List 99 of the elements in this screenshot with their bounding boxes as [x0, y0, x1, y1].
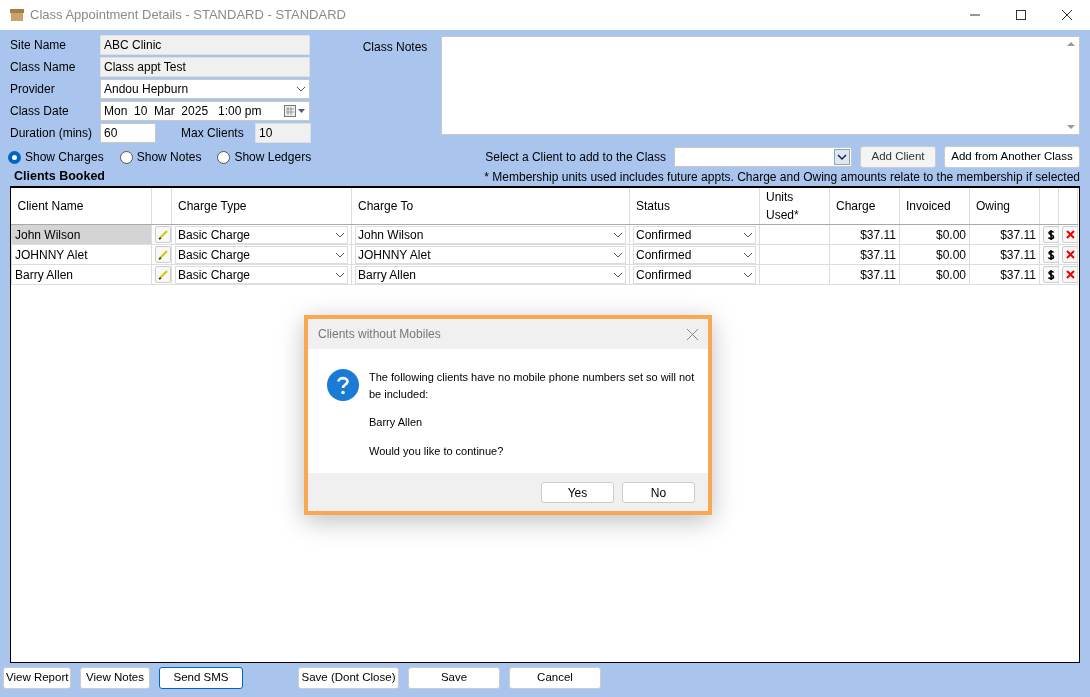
dollar-icon — [1047, 268, 1055, 281]
chevron-icon — [296, 85, 306, 92]
chevron-icon — [613, 271, 623, 278]
column-header[interactable]: Charge Type — [171, 188, 352, 225]
table-note: * Membership units used includes future appts. Charge and Owing amounts relate to the membership if selected — [484, 169, 1080, 186]
charge-type-dropdown[interactable]: Basic Charge — [175, 265, 348, 284]
field-label: Duration (mins) — [10, 124, 94, 142]
table-cell[interactable]: John Wilson — [11, 224, 152, 245]
delete-icon — [1065, 270, 1075, 279]
radio-label: Show Notes — [136, 149, 202, 166]
chevron-icon — [613, 231, 623, 238]
payment-button[interactable] — [1043, 226, 1059, 243]
dialog-title: Clients without Mobiles — [318, 326, 441, 343]
charge-to-dropdown[interactable]: JOHNNY Alet — [355, 245, 626, 264]
column-header[interactable]: Units Used* — [759, 188, 830, 225]
client-dropdown[interactable] — [674, 147, 852, 167]
table-cell: $37.11 — [829, 264, 900, 285]
date-field[interactable]: Mon 10 Mar 2025 1:00 pm — [100, 100, 310, 121]
table-cell[interactable]: Barry Allen — [11, 264, 152, 285]
chevron-icon — [743, 251, 753, 258]
text-field[interactable]: 60 — [100, 122, 156, 143]
text-field[interactable]: ABC Clinic — [100, 34, 310, 55]
radio-button[interactable] — [8, 150, 21, 164]
chevron-icon — [335, 251, 345, 258]
table-cell[interactable]: JOHNNY Alet — [11, 244, 152, 265]
delete-button[interactable] — [1062, 246, 1078, 263]
footer-button[interactable]: Save — [408, 667, 500, 689]
radio-label: Show Charges — [25, 149, 104, 166]
table-cell: $0.00 — [899, 244, 970, 265]
window-title: Class Appointment Details - STANDARD - STANDARD — [30, 6, 346, 25]
picker-button[interactable]: Add from Another Class — [944, 146, 1080, 168]
table-cell: $37.11 — [829, 244, 900, 265]
picker-label: Select a Client to add to the Class — [485, 149, 666, 166]
field-label: Max Clients — [181, 124, 245, 142]
chevron-icon — [743, 231, 753, 238]
column-header[interactable]: Status — [629, 188, 760, 225]
payment-button[interactable] — [1043, 246, 1059, 263]
dollar-icon — [1047, 228, 1055, 241]
delete-button[interactable] — [1062, 226, 1078, 243]
charge-to-dropdown[interactable]: John Wilson — [355, 225, 626, 244]
table-cell: $0.00 — [899, 224, 970, 245]
pencil-icon — [158, 229, 168, 240]
footer-button[interactable]: View Report — [3, 667, 71, 689]
radio-label: Show Ledgers — [234, 149, 312, 166]
chevron-icon — [743, 271, 753, 278]
dialog-message: The following clients have no mobile phone numbers set so will not be included: — [369, 370, 696, 402]
table-title: Clients Booked — [14, 168, 105, 186]
column-header[interactable]: Owing — [969, 188, 1040, 225]
footer-button[interactable]: Save (Dont Close) — [298, 667, 399, 689]
maximize-icon — [1016, 10, 1026, 20]
chevron-icon — [335, 271, 345, 278]
dropdown-field[interactable]: Andou Hepburn — [100, 78, 310, 99]
table-cell: $0.00 — [899, 264, 970, 285]
chevron-icon — [335, 231, 345, 238]
column-header[interactable]: Charge — [829, 188, 900, 225]
notes-field[interactable] — [440, 36, 1080, 135]
question-icon — [327, 369, 359, 401]
dialog-button[interactable]: No — [622, 481, 695, 503]
dialog-question: Would you like to continue? — [369, 443, 505, 459]
client-name: Barry Allen — [369, 415, 424, 430]
text-field[interactable]: 10 — [255, 122, 311, 143]
footer-button[interactable]: Send SMS — [159, 667, 243, 689]
radio-button[interactable] — [119, 150, 133, 164]
close-icon — [687, 329, 698, 341]
column-header[interactable]: Charge To — [351, 188, 630, 225]
payment-button[interactable] — [1043, 266, 1059, 283]
table-cell: $37.11 — [969, 244, 1040, 265]
table-cell: $37.11 — [829, 224, 900, 245]
calendar-icon — [284, 104, 306, 117]
column-header[interactable]: Client Name — [11, 188, 152, 225]
status-dropdown[interactable]: Confirmed — [633, 265, 756, 284]
close-icon — [1062, 10, 1072, 20]
field-label: Class Notes — [362, 39, 429, 56]
delete-button[interactable] — [1062, 266, 1078, 283]
dollar-icon — [1047, 248, 1055, 261]
status-dropdown[interactable]: Confirmed — [633, 245, 756, 264]
status-dropdown[interactable]: Confirmed — [633, 225, 756, 244]
footer-button[interactable]: Cancel — [509, 667, 601, 689]
field-label: Class Date — [10, 102, 70, 120]
table-cell: $37.11 — [969, 224, 1040, 245]
charge-to-dropdown[interactable]: Barry Allen — [355, 265, 626, 284]
radio-button[interactable] — [217, 150, 231, 164]
charge-type-dropdown[interactable]: Basic Charge — [175, 245, 348, 264]
chevron-icon — [613, 251, 623, 258]
dialog-button[interactable]: Yes — [541, 481, 614, 503]
charge-type-dropdown[interactable]: Basic Charge — [175, 225, 348, 244]
pencil-icon — [158, 269, 168, 280]
table-cell: $37.11 — [969, 264, 1040, 285]
text-field[interactable]: Class appt Test — [100, 56, 310, 77]
footer-button[interactable]: View Notes — [80, 667, 150, 689]
field-label: Class Name — [10, 58, 77, 76]
delete-icon — [1065, 250, 1075, 259]
column-header[interactable]: Invoiced — [899, 188, 970, 225]
picker-button[interactable]: Add Client — [860, 146, 936, 168]
delete-icon — [1065, 230, 1075, 239]
field-label: Site Name — [10, 36, 68, 54]
box-icon — [10, 8, 24, 22]
field-label: Provider — [10, 80, 56, 98]
pencil-icon — [158, 249, 168, 260]
